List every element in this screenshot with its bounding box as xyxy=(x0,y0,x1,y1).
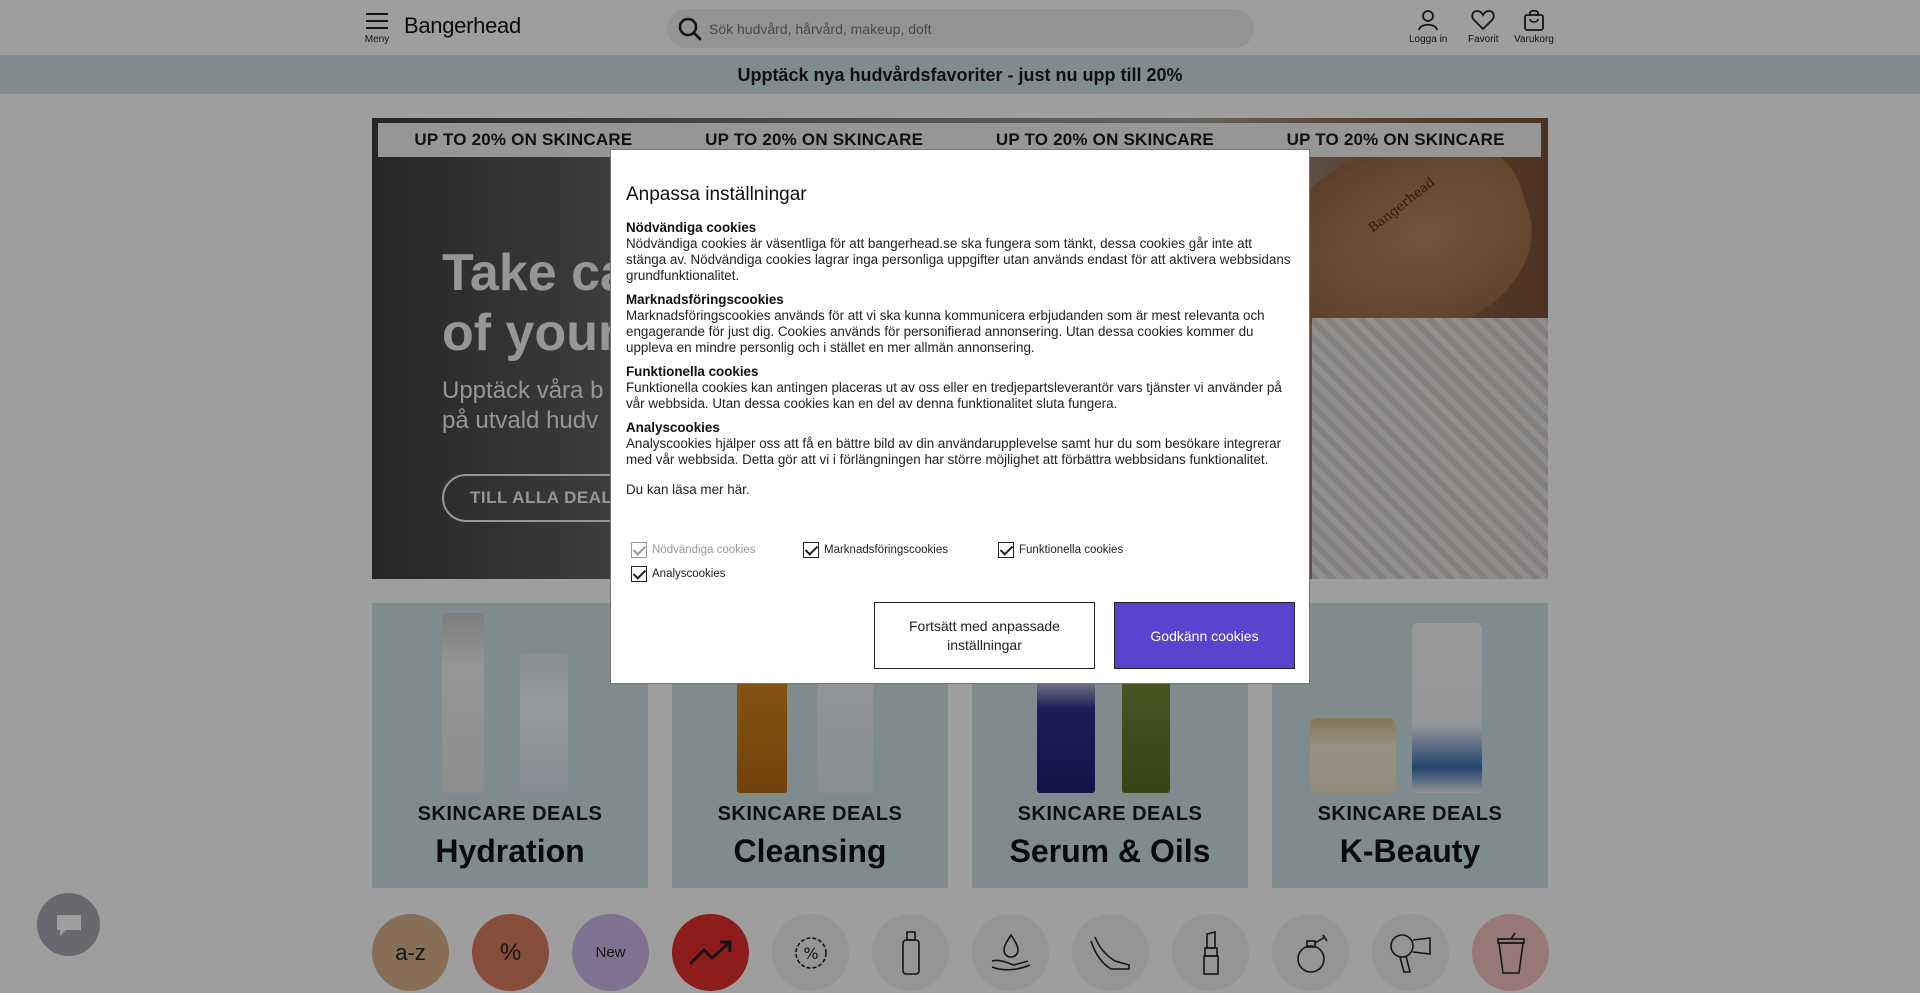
cookie-section: Funktionella cookies Funktionella cookie… xyxy=(626,364,1294,412)
section-heading: Nödvändiga cookies xyxy=(626,220,757,235)
cookie-section: Analyscookies Analyscookies hjälper oss … xyxy=(626,420,1294,468)
modal-body: Nödvändiga cookies Nödvändiga cookies är… xyxy=(626,220,1294,498)
modal-title: Anpassa inställningar xyxy=(626,184,807,205)
checkbox-checked[interactable] xyxy=(631,566,647,582)
checkbox-checked[interactable] xyxy=(998,542,1014,558)
section-text: Marknadsföringscookies används för att v… xyxy=(626,308,1265,355)
cookie-section: Marknadsföringscookies Marknadsföringsco… xyxy=(626,292,1294,356)
analytics-cookies-checkbox[interactable]: Analyscookies xyxy=(631,566,726,582)
functional-cookies-checkbox[interactable]: Funktionella cookies xyxy=(998,542,1123,558)
checkbox-label: Marknadsföringscookies xyxy=(824,544,949,556)
continue-custom-settings-button[interactable]: Fortsätt med anpassade inställningar xyxy=(874,602,1095,669)
cookie-settings-modal: Anpassa inställningar Nödvändiga cookies… xyxy=(610,149,1310,684)
section-text: Analyscookies hjälper oss att få en bätt… xyxy=(626,436,1282,467)
checkbox-checked xyxy=(631,542,647,558)
read-more-link[interactable]: Du kan läsa mer här. xyxy=(626,482,1294,498)
checkbox-label: Funktionella cookies xyxy=(1019,544,1124,556)
necessary-cookies-checkbox: Nödvändiga cookies xyxy=(631,542,756,558)
cookie-section: Nödvändiga cookies Nödvändiga cookies är… xyxy=(626,220,1294,284)
section-text: Funktionella cookies kan antingen placer… xyxy=(626,380,1282,411)
checkbox-checked[interactable] xyxy=(803,542,819,558)
marketing-cookies-checkbox[interactable]: Marknadsföringscookies xyxy=(803,542,948,558)
accept-cookies-button[interactable]: Godkänn cookies xyxy=(1114,602,1295,669)
section-heading: Analyscookies xyxy=(626,420,720,435)
section-heading: Funktionella cookies xyxy=(626,364,759,379)
section-heading: Marknadsföringscookies xyxy=(626,292,784,307)
checkbox-label: Nödvändiga cookies xyxy=(652,544,756,556)
checkbox-label: Analyscookies xyxy=(652,568,726,580)
section-text: Nödvändiga cookies är väsentliga för att… xyxy=(626,236,1291,283)
